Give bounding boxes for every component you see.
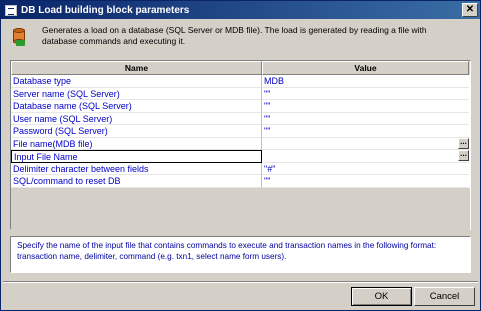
help-description: Specify the name of the input file that … (10, 236, 471, 273)
param-name: Input File Name (11, 150, 262, 163)
window-title: DB Load building block parameters (21, 4, 190, 16)
browse-file-button[interactable]: ... (458, 137, 469, 149)
param-value[interactable]: ... (262, 137, 469, 150)
browse-input-file-button[interactable]: ... (458, 150, 469, 161)
param-row-reset-sql[interactable]: SQL/command to reset DB "" (11, 175, 470, 188)
param-row-server-name[interactable]: Server name (SQL Server) "" (11, 87, 470, 100)
param-name: SQL/command to reset DB (11, 175, 262, 188)
grid-rows: Database type MDB Server name (SQL Serve… (11, 75, 470, 188)
param-row-mdb-file-name[interactable]: File name(MDB file) ... (11, 137, 470, 150)
param-value[interactable]: "" (262, 88, 469, 100)
column-header-name[interactable]: Name (11, 61, 262, 75)
param-name: Delimiter character between fields (11, 162, 262, 175)
column-header-value[interactable]: Value (262, 61, 469, 75)
param-name: Database type (11, 75, 262, 88)
database-icon (13, 28, 27, 46)
parameters-grid: Name Value Database type MDB Server name… (10, 60, 471, 231)
param-value[interactable]: "" (262, 175, 469, 188)
param-row-database-name[interactable]: Database name (SQL Server) "" (11, 100, 470, 113)
param-name: Server name (SQL Server) (11, 87, 262, 100)
param-value[interactable]: "" (262, 100, 469, 113)
close-button[interactable]: ✕ (462, 3, 478, 17)
title-bar[interactable]: DB Load building block parameters ✕ (1, 1, 480, 19)
header-description: Generates a load on a database (SQL Serv… (42, 25, 427, 46)
window-icon (5, 4, 17, 16)
header-section: Generates a load on a database (SQL Serv… (9, 25, 473, 53)
separator (3, 281, 478, 283)
param-value[interactable]: ... (262, 150, 469, 163)
param-name: File name(MDB file) (11, 137, 262, 150)
param-value[interactable]: "" (262, 125, 469, 138)
cancel-button[interactable]: Cancel (414, 287, 475, 306)
param-name: Database name (SQL Server) (11, 100, 262, 113)
param-value[interactable]: "#" (262, 163, 469, 175)
param-row-password[interactable]: Password (SQL Server) "" (11, 125, 470, 138)
param-name: Password (SQL Server) (11, 125, 262, 138)
grid-header: Name Value (11, 61, 470, 75)
ok-button[interactable]: OK (351, 287, 412, 306)
param-value[interactable]: MDB (262, 75, 469, 88)
param-row-database-type[interactable]: Database type MDB (11, 75, 470, 88)
param-value[interactable]: "" (262, 113, 469, 125)
param-row-user-name[interactable]: User name (SQL Server) "" (11, 112, 470, 125)
dialog-window: DB Load building block parameters ✕ Gene… (0, 0, 481, 311)
param-row-delimiter[interactable]: Delimiter character between fields "#" (11, 162, 470, 175)
param-row-input-file-name[interactable]: Input File Name ... (11, 150, 470, 163)
grid-empty-area (11, 187, 470, 231)
param-name: User name (SQL Server) (11, 112, 262, 125)
